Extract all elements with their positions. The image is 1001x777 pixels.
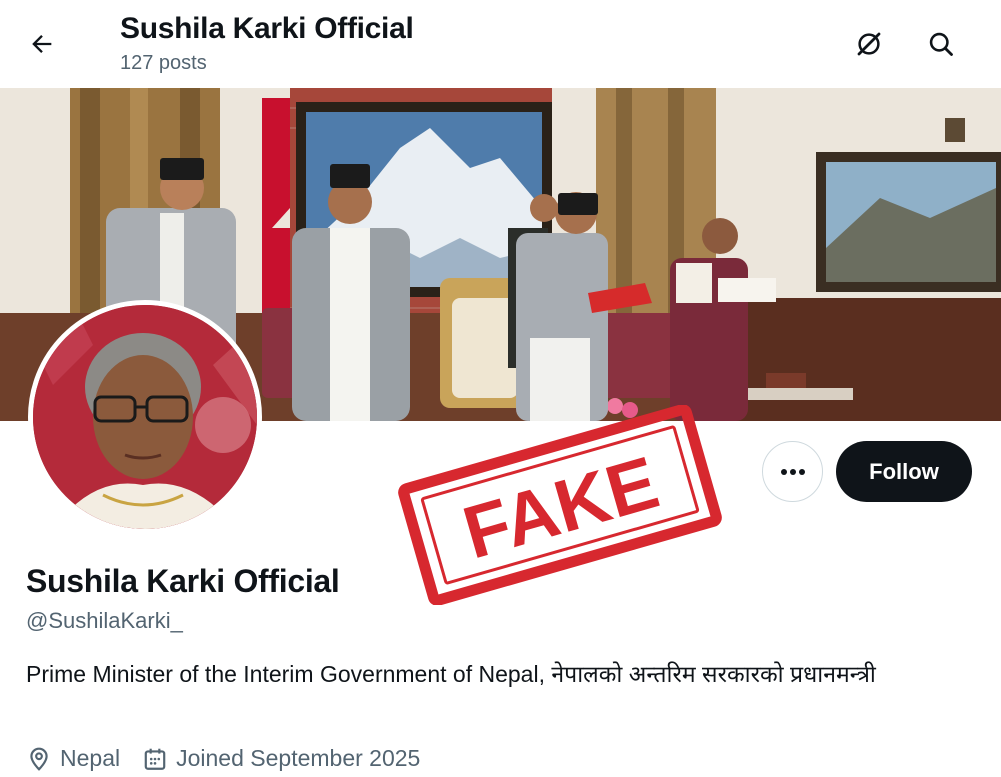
fake-stamp-overlay: FAKE (395, 404, 725, 606)
back-button[interactable] (22, 26, 62, 62)
more-dots-icon (780, 468, 805, 475)
profile-header: Sushila Karki Official 127 posts (0, 0, 1001, 88)
grok-button[interactable] (849, 24, 889, 64)
joined-item: Joined September 2025 (142, 745, 420, 772)
search-button[interactable] (921, 24, 961, 64)
search-icon (929, 32, 953, 56)
profile-avatar[interactable] (28, 300, 262, 534)
follow-button[interactable]: Follow (836, 441, 972, 502)
post-count: 127 posts (120, 52, 207, 74)
profile-meta: Nepal Joined September 2025 (26, 745, 442, 772)
page-title: Sushila Karki Official (120, 12, 414, 45)
grok-icon (857, 32, 881, 56)
fake-stamp-text: FAKE (454, 440, 667, 574)
profile-handle: @SushilaKarki_ (26, 608, 183, 633)
profile-bio: Prime Minister of the Interim Government… (26, 661, 876, 687)
location-text: Nepal (60, 745, 121, 771)
more-options-button[interactable] (762, 441, 823, 502)
profile-display-name: Sushila Karki Official (26, 563, 340, 599)
location-item: Nepal (26, 745, 120, 772)
header-title-block: Sushila Karki Official 127 posts (120, 10, 414, 76)
joined-text: Joined September 2025 (176, 745, 421, 771)
calendar-icon (144, 748, 166, 770)
location-pin-icon (30, 747, 48, 771)
arrow-left-icon (32, 35, 52, 53)
